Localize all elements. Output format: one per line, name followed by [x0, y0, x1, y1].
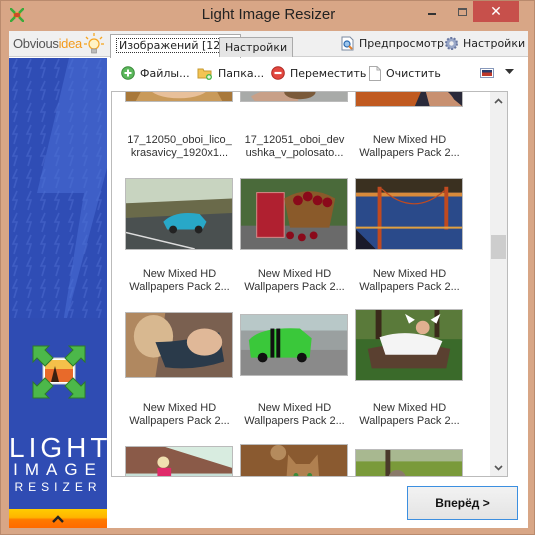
chevron-up-icon — [52, 514, 64, 523]
thumbnail-image[interactable] — [240, 178, 348, 250]
thumbnail-image[interactable] — [355, 449, 463, 476]
image-caption: New Mixed HD Wallpapers Pack 2... — [237, 268, 352, 294]
caption-line: Wallpapers Pack 2... — [359, 147, 460, 159]
caption-line: Wallpapers Pack 2... — [244, 281, 345, 293]
blank-document-icon — [369, 66, 381, 81]
image-caption: New Mixed HD Wallpapers Pack 2... — [352, 402, 467, 428]
obviousidea-logo: Obviousidea — [13, 36, 82, 51]
scroll-down-button[interactable] — [490, 459, 507, 476]
image-caption: New Mixed HD Wallpapers Pack 2... — [122, 402, 237, 428]
image-caption: New Mixed HD Wallpapers Pack 2... — [352, 268, 467, 294]
add-files-label: Файлы... — [140, 66, 190, 80]
maximize-icon — [457, 7, 467, 16]
caption-line: Wallpapers Pack 2... — [129, 415, 230, 427]
minimize-icon — [428, 12, 436, 15]
brand-image: IMAGE — [13, 460, 103, 479]
logo-text-1: Obvious — [13, 36, 59, 51]
logo-text-2: idea — [58, 36, 83, 51]
title-bar[interactable]: Light Image Resizer ✕ — [1, 1, 535, 31]
scrollbar-thumb[interactable] — [491, 235, 506, 259]
thumbnail-image[interactable] — [355, 178, 463, 250]
next-button[interactable]: Вперёд > — [407, 486, 518, 520]
gear-icon — [445, 37, 458, 50]
caption-line: New Mixed HD — [142, 402, 217, 414]
caption-line: New Mixed HD — [142, 268, 217, 280]
sidebar-panel: LIGHT IMAGE RESIZER — [9, 58, 107, 528]
add-files-button[interactable]: Файлы... — [121, 66, 190, 80]
plus-circle-icon — [121, 66, 135, 80]
caption-line: Wallpapers Pack 2... — [244, 415, 345, 427]
next-label: Вперёд > — [435, 496, 490, 510]
thumbnail-image[interactable] — [355, 309, 463, 381]
remove-button[interactable]: Переместить — [271, 66, 366, 80]
tab-images-label: Изображений [123] — [116, 38, 235, 53]
caption-line: krasavicy_1920x1... — [130, 147, 229, 159]
vertical-scrollbar[interactable] — [490, 92, 507, 476]
view-mode-button[interactable] — [480, 68, 494, 78]
thumbnail-image[interactable] — [125, 312, 233, 378]
clear-label: Очистить — [386, 67, 441, 80]
add-folder-label: Папка... — [218, 66, 265, 80]
caption-line: Wallpapers Pack 2... — [359, 415, 460, 427]
close-icon: ✕ — [490, 3, 502, 20]
preview-label: Предпросмотр — [359, 37, 444, 50]
app-window: Light Image Resizer ✕ Obviousidea Изобра… — [0, 0, 535, 535]
image-caption: New Mixed HD Wallpapers Pack 2... — [352, 134, 467, 160]
thumbnail-image[interactable] — [125, 446, 233, 476]
brand-resizer: RESIZER — [14, 480, 102, 494]
image-caption: 17_12051_oboi_dev ushka_v_polosato... — [237, 134, 352, 160]
tab-settings[interactable]: Настройки — [219, 37, 294, 57]
thumbnail-image[interactable] — [125, 178, 233, 250]
minus-circle-icon — [271, 66, 285, 80]
caption-line: Wallpapers Pack 2... — [129, 281, 230, 293]
image-caption: 17_12050_oboi_lico_ krasavicy_1920x1... — [122, 134, 237, 160]
close-button[interactable]: ✕ — [473, 1, 519, 22]
chevron-up-icon — [494, 97, 503, 104]
caption-line: 17_12051_oboi_dev — [244, 134, 345, 146]
remove-label: Переместить — [290, 66, 367, 80]
thumbnail-image[interactable] — [240, 92, 348, 102]
settings-label: Настройки — [463, 37, 526, 50]
image-caption: New Mixed HD Wallpapers Pack 2... — [237, 402, 352, 428]
add-folder-button[interactable]: Папка... — [197, 66, 264, 80]
light-image-resizer-logo — [32, 345, 86, 399]
caption-line: Wallpapers Pack 2... — [359, 281, 460, 293]
thumbnail-image[interactable] — [125, 92, 233, 102]
preview-icon — [341, 36, 354, 51]
thumbnail-view-icon — [480, 68, 494, 78]
chevron-down-icon — [494, 464, 503, 471]
add-folder-icon — [197, 68, 212, 80]
clear-button[interactable]: Очистить — [369, 66, 441, 81]
minimize-button[interactable] — [419, 1, 445, 22]
caption-line: New Mixed HD — [257, 268, 332, 280]
lightbulb-icon — [84, 33, 104, 54]
tab-settings-label: Настройки — [225, 41, 288, 54]
caption-line: New Mixed HD — [372, 402, 447, 414]
maximize-button[interactable] — [449, 1, 475, 22]
view-mode-dropdown[interactable] — [505, 69, 514, 75]
caption-line: 17_12050_oboi_lico_ — [127, 134, 232, 146]
caption-line: New Mixed HD — [257, 402, 332, 414]
preview-button[interactable]: Предпросмотр — [341, 36, 444, 51]
caption-line: New Mixed HD — [372, 268, 447, 280]
image-caption: New Mixed HD Wallpapers Pack 2... — [122, 268, 237, 294]
image-grid[interactable]: 17_12050_oboi_lico_ krasavicy_1920x1... … — [111, 91, 508, 477]
caption-line: New Mixed HD — [372, 134, 447, 146]
thumbnail-image[interactable] — [240, 314, 348, 376]
header-bar: Obviousidea Изображений [123] Настройки — [9, 31, 528, 58]
thumbnail-area: 17_12050_oboi_lico_ krasavicy_1920x1... … — [112, 92, 490, 476]
caption-line: ushka_v_polosato... — [245, 147, 344, 159]
sidebar-collapse-button[interactable] — [9, 509, 107, 528]
settings-button[interactable]: Настройки — [444, 36, 525, 51]
scroll-up-button[interactable] — [490, 92, 507, 109]
caret-down-icon — [505, 69, 514, 74]
toolbar: Файлы... Папка... Переместить Очистить — [107, 58, 528, 92]
client-area: Obviousidea Изображений [123] Настройки — [9, 31, 528, 528]
thumbnail-image[interactable] — [240, 444, 348, 476]
thumbnail-image[interactable] — [355, 92, 463, 107]
